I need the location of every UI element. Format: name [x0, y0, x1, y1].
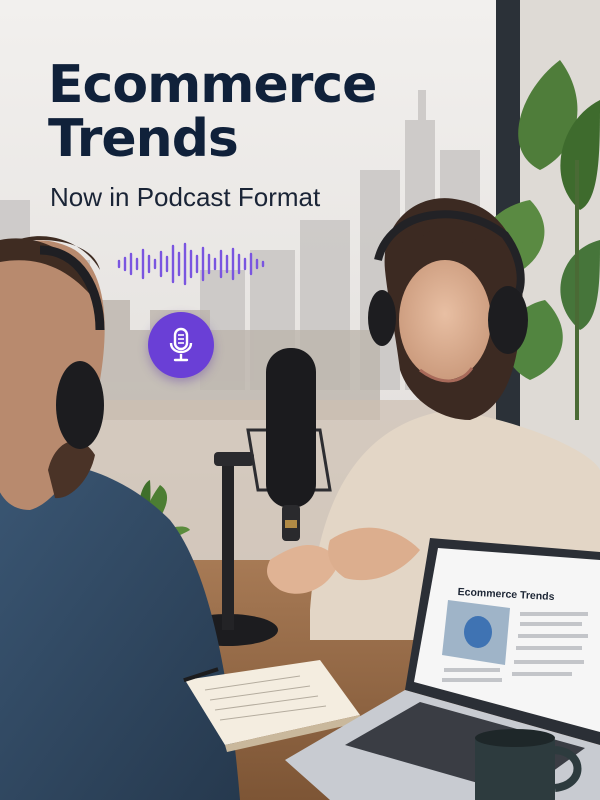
headline-line-2: Trends [48, 109, 239, 169]
sound-wave-icon [117, 242, 265, 286]
headline-line-1: Ecommerce [48, 55, 377, 115]
subheadline: Now in Podcast Format [50, 182, 321, 212]
headline: Ecommerce Trends [48, 55, 377, 169]
microphone-badge [148, 312, 214, 378]
microphone-icon [169, 327, 193, 362]
podcast-promo-scene: Ecommerce Trends Now in Podcast Format E… [0, 0, 600, 800]
